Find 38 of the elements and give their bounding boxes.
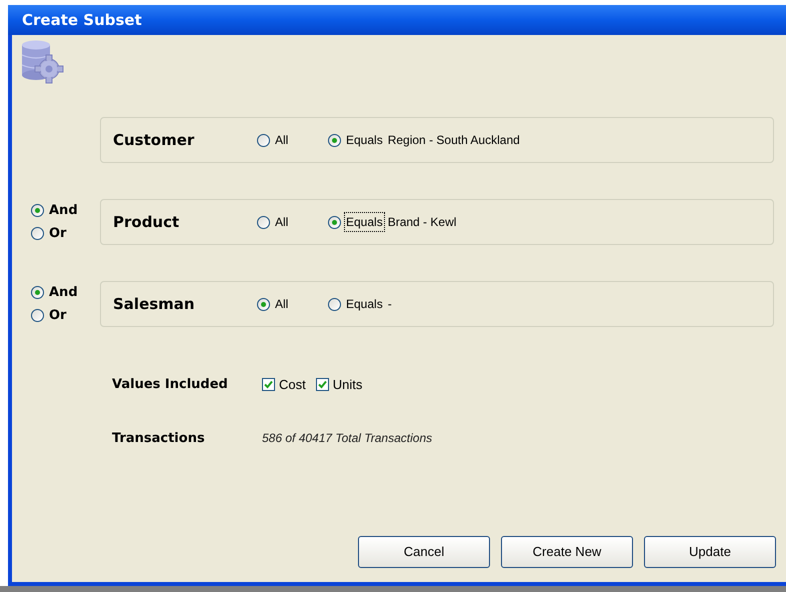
checkbox-label: Units xyxy=(332,376,362,394)
join-option-label: And xyxy=(49,284,78,302)
checkbox[interactable] xyxy=(316,378,329,392)
dialog-button[interactable]: Update xyxy=(644,536,776,568)
option-label: Equals xyxy=(345,296,384,313)
dialog-button[interactable]: Create New xyxy=(501,536,633,568)
join-option-label: Or xyxy=(49,225,66,243)
option-label: Equals xyxy=(345,132,384,149)
option-label: Equals xyxy=(344,212,385,232)
radio-button[interactable] xyxy=(257,134,270,146)
option-label: All xyxy=(274,132,290,149)
radio-button[interactable] xyxy=(257,216,270,228)
join-option-label: Or xyxy=(49,307,66,325)
window-title: Create Subset xyxy=(22,10,142,31)
filter-label: Customer xyxy=(113,130,196,151)
transactions-label: Transactions xyxy=(112,430,206,448)
option-label: All xyxy=(274,296,290,313)
radio-button[interactable] xyxy=(31,227,44,240)
radio-button[interactable] xyxy=(31,309,44,322)
radio-button[interactable] xyxy=(31,204,44,217)
database-gear-icon xyxy=(20,40,64,84)
radio-button[interactable] xyxy=(328,216,341,228)
filter-label: Product xyxy=(113,212,180,233)
transactions-count: 586 of 40417 Total Transactions xyxy=(262,430,432,448)
option-value: Region - South Auckland xyxy=(388,132,520,149)
checkbox[interactable] xyxy=(262,378,275,392)
option-value: - xyxy=(388,296,392,313)
radio-button[interactable] xyxy=(328,134,341,146)
filter-label: Salesman xyxy=(113,294,196,315)
radio-button[interactable] xyxy=(328,298,341,310)
radio-button[interactable] xyxy=(31,286,44,299)
join-option-label: And xyxy=(49,202,78,220)
option-value: Brand - Kewl xyxy=(388,214,456,231)
checkbox-label: Cost xyxy=(279,376,306,394)
dialog-button[interactable]: Cancel xyxy=(358,536,490,568)
values-included-label: Values Included xyxy=(112,376,229,394)
radio-button[interactable] xyxy=(257,298,270,310)
option-label: All xyxy=(274,214,290,231)
